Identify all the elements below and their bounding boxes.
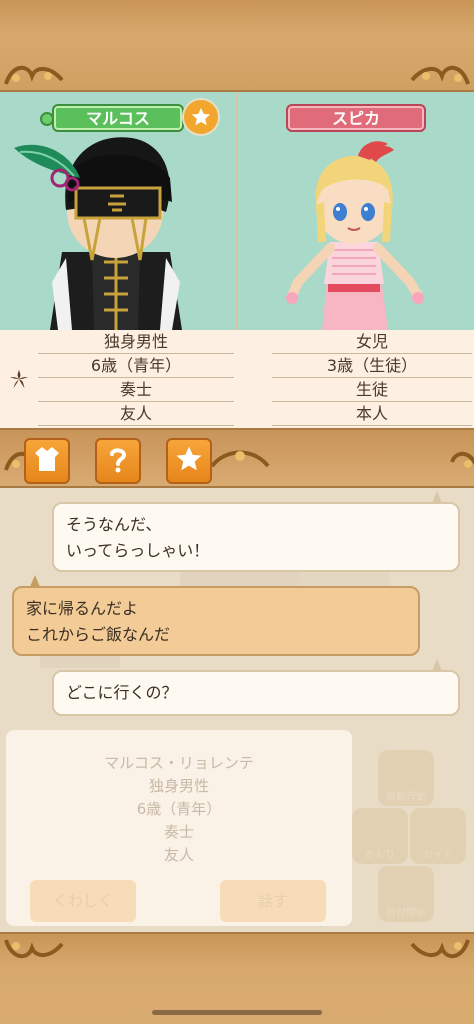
top-frame <box>0 0 474 92</box>
bubble-tail <box>30 575 40 587</box>
chat-bubble-1: そうなんだ、 いってらっしゃい！ <box>52 502 460 572</box>
right-info-relation: 本人 <box>272 402 472 426</box>
bubble-tail <box>432 659 442 671</box>
right-info-status: 女児 <box>272 330 472 354</box>
right-info-age: 3歳（生徒） <box>272 354 472 378</box>
home-indicator[interactable] <box>152 1010 322 1015</box>
manage-button[interactable]: かんり <box>352 808 408 864</box>
portrait-left[interactable]: マルコス <box>0 92 236 330</box>
chat-bubble-3-line-1: どこに行くの？ <box>66 683 178 702</box>
character-card: マルコス・リョレンテ 独身男性 6歳（青年） 奏士 友人 くわしく 話す <box>6 730 352 926</box>
left-info-status: 独身男性 <box>38 330 234 354</box>
name-plate-right: スピカ <box>286 104 426 132</box>
talk-button[interactable]: 話す <box>220 880 326 922</box>
details-button[interactable]: くわしく <box>30 880 136 922</box>
ornament-right-icon <box>418 444 474 474</box>
ornament-center-icon <box>208 444 272 474</box>
info-panel: 独身男性 6歳（青年） 奏士 友人 女児 3歳（生徒） 生徒 本人 <box>0 330 474 428</box>
left-info-list: 独身男性 6歳（青年） 奏士 友人 <box>38 330 234 428</box>
star-button[interactable] <box>166 438 212 484</box>
ornament-right-icon <box>408 936 472 966</box>
question-icon <box>103 444 133 478</box>
star-icon <box>174 444 204 478</box>
bubble-tail <box>432 491 442 503</box>
outfit-button[interactable] <box>24 438 70 484</box>
ornament-left-icon <box>2 58 66 88</box>
flower-icon <box>8 368 30 390</box>
card-info-age: 6歳（青年） <box>136 800 222 818</box>
chat-area: そうなんだ、 いってらっしゃい！ 家に帰るんだよ これからご飯なんだ どこに行く… <box>0 488 474 932</box>
tool-bar <box>0 428 474 488</box>
chat-bubble-3: どこに行くの？ <box>52 670 460 716</box>
question-button[interactable] <box>95 438 141 484</box>
left-info-age: 6歳（青年） <box>38 354 234 378</box>
right-info-job: 生徒 <box>272 378 472 402</box>
card-info-job: 奏士 <box>163 823 194 841</box>
ornament-left-icon <box>2 936 66 966</box>
chat-bubble-2-line-1: 家に帰るんだよ <box>26 599 139 618</box>
right-info-list: 女児 3歳（生徒） 生徒 本人 <box>272 330 472 428</box>
ornament-right-icon <box>408 58 472 88</box>
card-info-status: 独身男性 <box>148 777 209 795</box>
card-full-name: マルコス・リョレンテ <box>104 754 254 772</box>
name-plate-left: マルコス <box>52 104 184 132</box>
left-info-relation: 友人 <box>38 402 234 426</box>
chat-bubble-2-line-2: これからご飯なんだ <box>26 625 171 644</box>
chat-bubble-2: 家に帰るんだよ これからご飯なんだ <box>12 586 420 656</box>
guide-button[interactable]: ガイド <box>410 808 466 864</box>
left-info-job: 奏士 <box>38 378 234 402</box>
calendar-button[interactable]: 日付関係 <box>378 866 434 922</box>
favorite-star-icon[interactable] <box>182 98 220 136</box>
auto-action-button[interactable]: 自動行動 <box>378 750 434 806</box>
clothes-icon <box>32 444 62 478</box>
portrait-right[interactable]: スピカ <box>238 92 474 330</box>
card-info-relation: 友人 <box>163 846 194 864</box>
chat-bubble-1-line-2: いってらっしゃい！ <box>66 541 210 560</box>
chat-bubble-1-line-1: そうなんだ、 <box>66 515 162 534</box>
